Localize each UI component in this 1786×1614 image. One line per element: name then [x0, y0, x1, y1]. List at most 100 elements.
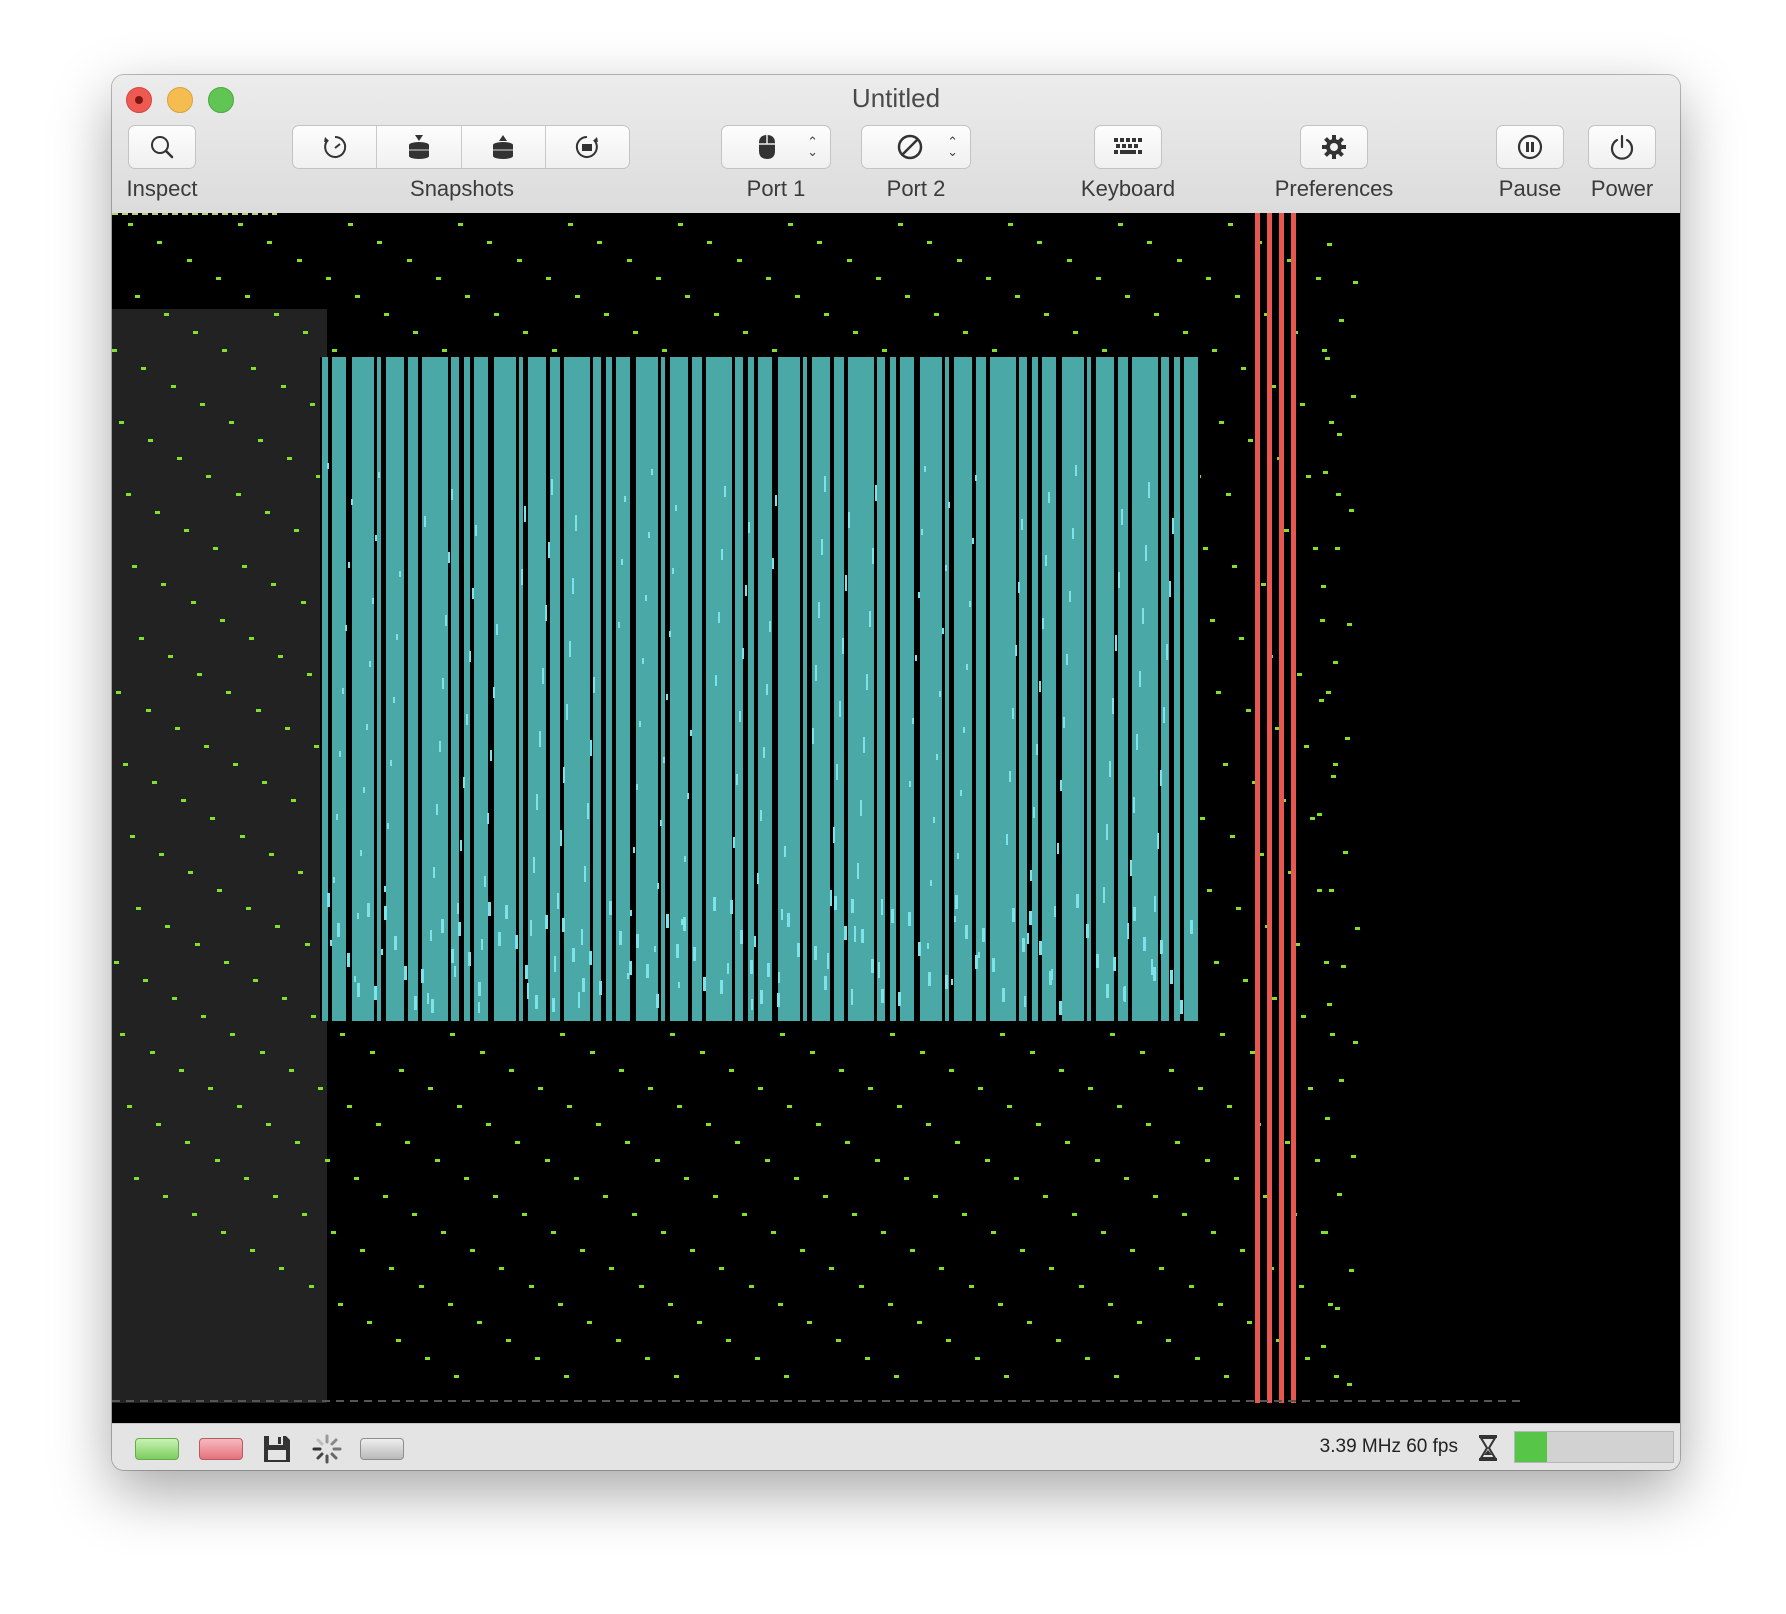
bar-detail — [1166, 644, 1168, 660]
pause-label: Pause — [1498, 176, 1562, 201]
green-dot — [875, 1159, 880, 1162]
bar-detail — [527, 983, 529, 999]
cyan-bar — [464, 357, 470, 1021]
spinner-icon — [312, 1434, 342, 1464]
bar-detail — [342, 688, 344, 694]
green-dot — [172, 997, 177, 1000]
bar-detail — [536, 794, 538, 810]
bar-detail — [645, 595, 647, 601]
floppy-disk-icon[interactable] — [262, 1434, 292, 1464]
cyan-bar — [451, 357, 459, 1021]
green-dot — [898, 223, 903, 226]
green-dot — [1015, 295, 1020, 298]
keyboard-button[interactable] — [1094, 125, 1162, 169]
bar-detail — [396, 634, 398, 640]
green-dot — [1177, 259, 1182, 262]
green-dot — [128, 223, 133, 226]
port1-label: Port 1 — [746, 176, 806, 201]
green-dot — [187, 259, 192, 262]
bar-detail — [521, 569, 523, 585]
emulator-screen[interactable] — [112, 213, 1680, 1423]
green-dot — [853, 331, 858, 334]
green-dot — [1223, 763, 1228, 766]
bar-detail — [1145, 545, 1147, 561]
cyan-bar — [1096, 357, 1114, 1021]
green-dot — [258, 439, 263, 442]
green-dot — [1239, 637, 1244, 640]
bar-detail — [563, 767, 565, 783]
bar-detail — [1123, 987, 1126, 1001]
green-dot — [567, 1105, 572, 1108]
screen-canvas[interactable] — [112, 213, 1680, 1423]
green-dot — [1236, 907, 1241, 910]
bar-detail — [347, 953, 350, 967]
green-dot — [175, 727, 180, 730]
bar-detail — [441, 919, 444, 933]
green-dot — [1272, 997, 1277, 1000]
port1-popup[interactable]: ⌃ ⌄ — [721, 125, 831, 169]
green-dot — [301, 601, 306, 604]
green-dot — [332, 349, 337, 352]
green-dot — [1316, 277, 1321, 280]
green-dot — [904, 1177, 909, 1180]
pop-snapshot-button[interactable] — [462, 126, 546, 168]
bar-detail — [918, 942, 921, 956]
bar-detail — [496, 624, 498, 635]
bar-detail — [515, 935, 518, 949]
bar-detail — [378, 472, 380, 478]
hourglass-icon[interactable] — [1477, 1433, 1499, 1463]
green-dot — [303, 331, 308, 334]
green-dot — [405, 1141, 410, 1144]
speed-readout: 3.39 MHz 60 fps — [1319, 1436, 1458, 1457]
red-stripe-layer — [1255, 213, 1296, 1403]
green-dot — [697, 1321, 702, 1324]
green-dot — [1322, 349, 1327, 352]
green-dot — [123, 763, 128, 766]
green-dot — [282, 997, 287, 1000]
bar-detail — [548, 542, 550, 558]
power-button[interactable] — [1588, 125, 1656, 169]
pause-button[interactable] — [1496, 125, 1564, 169]
bar-detail — [1142, 608, 1144, 624]
bar-detail — [1106, 824, 1108, 840]
green-dot — [156, 1123, 161, 1126]
bar-detail — [505, 905, 508, 919]
green-dot — [545, 1159, 550, 1162]
bar-detail — [1049, 971, 1052, 985]
green-dot — [251, 367, 256, 370]
green-dot — [298, 871, 303, 874]
green-dot — [221, 1231, 226, 1234]
green-dot — [163, 1195, 168, 1198]
green-dot — [494, 313, 499, 316]
bar-detail — [730, 900, 733, 914]
bar-detail — [1072, 528, 1074, 539]
green-dot — [706, 1123, 711, 1126]
push-snapshot-button[interactable] — [377, 126, 462, 168]
port2-popup[interactable]: ⌃ ⌄ — [861, 125, 971, 169]
bar-detail — [445, 615, 447, 626]
restore-snapshot-button[interactable] — [546, 126, 629, 168]
green-dot — [1036, 1123, 1041, 1126]
preferences-button[interactable] — [1300, 125, 1368, 169]
green-dot — [267, 241, 272, 244]
green-dot — [1246, 709, 1251, 712]
emulator-window: Untitled Inspect Snapshots ⌃ ⌄ Port 1 ⌃ … — [112, 75, 1680, 1470]
inspect-button[interactable] — [128, 125, 196, 169]
green-dot — [193, 331, 198, 334]
cyan-bar — [1118, 357, 1128, 1021]
title-bar: Untitled Inspect Snapshots ⌃ ⌄ Port 1 ⌃ … — [112, 75, 1680, 214]
take-snapshot-button[interactable] — [293, 126, 378, 168]
green-dot — [249, 637, 254, 640]
cyan-bar — [848, 357, 874, 1021]
green-dot — [1159, 1267, 1164, 1270]
green-dot — [558, 1303, 563, 1306]
green-dot — [700, 1051, 705, 1054]
bar-detail — [562, 918, 565, 932]
green-dot — [278, 655, 283, 658]
green-dot — [132, 565, 137, 568]
green-dot — [1206, 277, 1211, 280]
green-dot — [807, 1321, 812, 1324]
green-dot — [325, 1159, 330, 1162]
green-dot — [1137, 1321, 1142, 1324]
bar-detail — [524, 506, 526, 522]
